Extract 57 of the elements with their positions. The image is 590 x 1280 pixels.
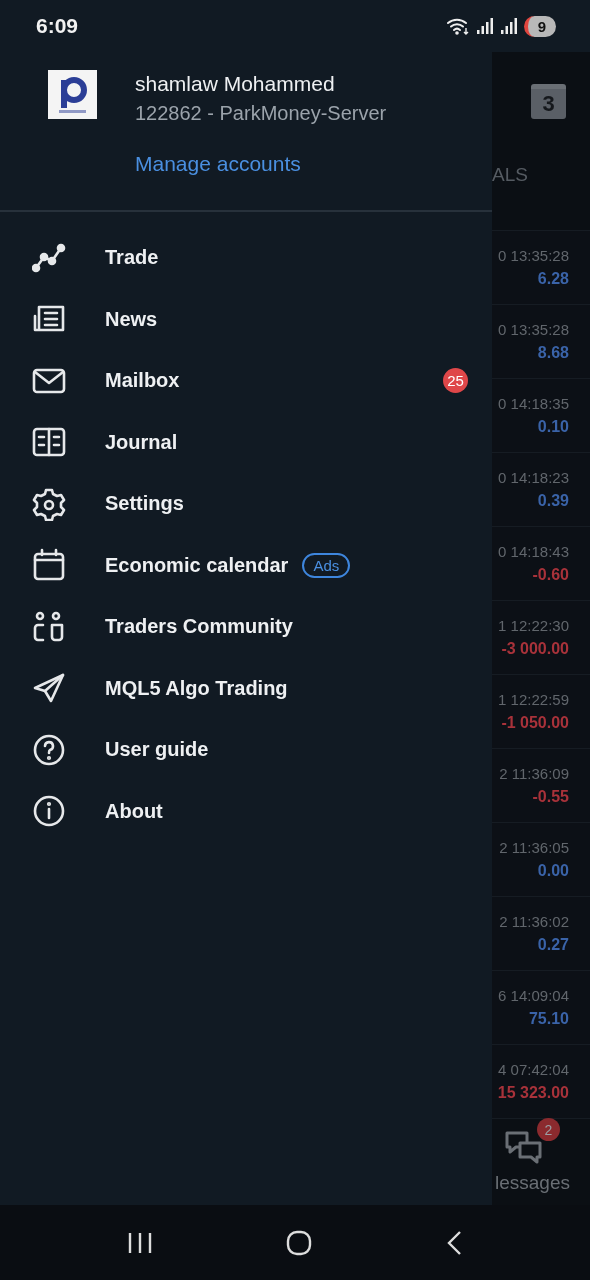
signal-icon xyxy=(475,17,494,35)
deal-profit: 8.68 xyxy=(537,344,569,362)
column-header: ALS xyxy=(492,164,528,186)
help-icon xyxy=(32,732,66,767)
deal-time: 2 11:36:05 xyxy=(499,839,569,856)
people-icon xyxy=(32,609,66,644)
menu-item[interactable]: Economic calendar Ads xyxy=(0,534,492,596)
deal-time: 0 14:18:43 xyxy=(498,543,569,560)
account-name: shamlaw Mohammed xyxy=(135,72,336,96)
deal-time: 1 12:22:59 xyxy=(498,691,569,708)
menu-item[interactable]: Trade xyxy=(0,227,492,289)
deal-time: 6 14:09:04 xyxy=(498,987,569,1004)
deal-time: 0 13:35:28 xyxy=(498,247,569,264)
wifi-icon xyxy=(445,16,470,36)
messages-tab[interactable]: lessages xyxy=(495,1172,570,1194)
signal-icon xyxy=(499,17,518,35)
menu-item[interactable]: User guide xyxy=(0,719,492,781)
deal-profit: 75.10 xyxy=(528,1010,569,1028)
manage-accounts-link[interactable]: Manage accounts xyxy=(135,152,387,176)
deal-profit: 0.10 xyxy=(537,418,569,436)
menu-item[interactable]: About xyxy=(0,780,492,842)
menu-item[interactable]: Traders Community xyxy=(0,596,492,658)
deal-profit: -3 000.00 xyxy=(501,640,569,658)
deal-profit: -0.55 xyxy=(532,788,569,806)
deal-profit: 0.27 xyxy=(537,936,569,954)
deal-time: 2 11:36:02 xyxy=(499,913,569,930)
notification-badge: 2 xyxy=(537,1118,560,1141)
deal-profit: 15 323.00 xyxy=(497,1084,569,1102)
deal-time: 0 14:18:23 xyxy=(498,469,569,486)
calendar-icon xyxy=(32,548,66,583)
menu-item[interactable]: News xyxy=(0,288,492,350)
back-icon[interactable] xyxy=(445,1229,464,1256)
status-time: 6:09 xyxy=(36,14,79,38)
deal-time: 0 13:35:28 xyxy=(498,321,569,338)
deal-profit: -1 050.00 xyxy=(501,714,569,732)
home-icon[interactable] xyxy=(286,1229,312,1256)
menu-item[interactable]: MQL5 Algo Trading xyxy=(0,657,492,719)
deal-time: 1 12:22:30 xyxy=(498,617,569,634)
chat-icon xyxy=(504,1130,544,1166)
deal-profit: -0.60 xyxy=(532,566,569,584)
deal-time: 4 07:42:04 xyxy=(498,1061,569,1078)
menu-item[interactable]: Settings xyxy=(0,473,492,535)
account-server: 122862 - ParkMoney-Server xyxy=(135,102,387,125)
unread-count-badge: 25 xyxy=(443,368,468,394)
deal-time: 0 14:18:35 xyxy=(498,395,569,412)
settings-icon xyxy=(32,486,66,521)
logo-icon xyxy=(48,70,97,119)
recent-apps-icon[interactable] xyxy=(126,1230,153,1255)
menu-item[interactable]: Mailbox 25 xyxy=(0,350,492,412)
menu-item[interactable]: Journal xyxy=(0,411,492,473)
info-icon xyxy=(32,794,66,829)
deal-profit: 0.00 xyxy=(537,862,569,880)
deal-profit: 6.28 xyxy=(537,270,569,288)
battery-indicator: 9 xyxy=(523,15,556,37)
ads-tag: Ads xyxy=(302,552,351,578)
deal-profit: 0.39 xyxy=(537,492,569,510)
deal-time: 2 11:36:09 xyxy=(499,765,569,782)
